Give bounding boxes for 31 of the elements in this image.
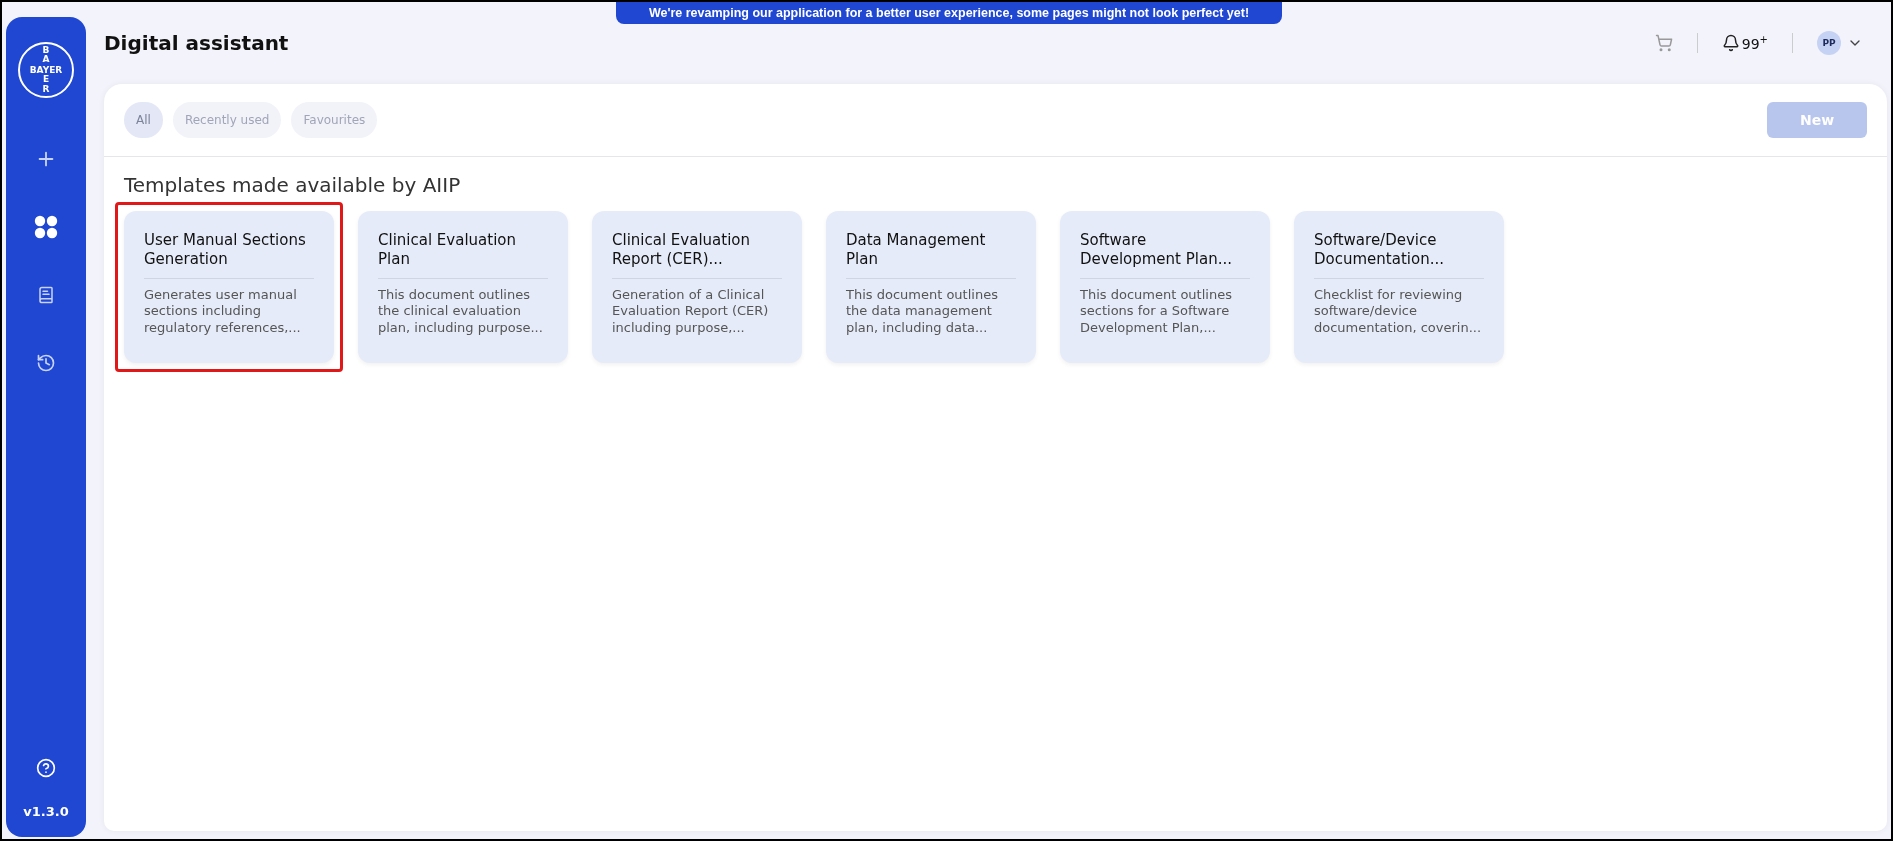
grid-icon (34, 215, 58, 239)
template-card[interactable]: Software/Device Documentation... Checklist for reviewing software/device documentation, coverin... (1294, 211, 1504, 363)
card-title: Clinical Evaluation Plan (378, 231, 548, 279)
version-label: v1.3.0 (23, 804, 69, 819)
card-description: Generates user manual sections including regulatory references,... (144, 286, 302, 338)
card-description: This document outlines sections for a Software Development Plan,... (1080, 286, 1233, 338)
book-icon (37, 286, 55, 304)
template-card[interactable]: Clinical Evaluation Report (CER)... Generation of a Clinical Evaluation Report (CER) including purpose,... (592, 211, 802, 363)
notice-banner: We're revamping our application for a better user experience, some pages might not look perfect yet! (616, 2, 1282, 24)
page-title: Digital assistant (104, 31, 290, 55)
card-description: Generation of a Clinical Evaluation Report (CER) including purpose,... (612, 286, 770, 338)
card-description: This document outlines the clinical evaluation plan, including purpose... (378, 286, 544, 338)
template-card[interactable]: User Manual Sections Generation Generates user manual sections including regulatory references,... (124, 211, 334, 363)
template-card[interactable]: Software Development Plan... This document outlines sections for a Software Development Plan,... (1060, 211, 1270, 363)
history-icon (36, 353, 56, 373)
card-description: Checklist for reviewing software/device documentation, coverin... (1314, 286, 1483, 338)
card-title: Software Development Plan... (1080, 231, 1250, 279)
card-description: This document outlines the data management plan, including data... (846, 286, 999, 338)
card-title: Clinical Evaluation Report (CER)... (612, 231, 782, 279)
template-card[interactable]: Data Management Plan This document outlines the data management plan, including data... (826, 211, 1036, 363)
card-title: User Manual Sections Generation (144, 231, 314, 279)
help-icon[interactable] (36, 758, 56, 778)
template-card[interactable]: Clinical Evaluation Plan This document outlines the clinical evaluation plan, including purpose... (358, 211, 568, 363)
card-title: Software/Device Documentation... (1314, 231, 1484, 279)
section-title: Templates made available by AIIP (124, 173, 462, 197)
notification-icon[interactable] (1721, 34, 1740, 52)
cart-icon[interactable] (1654, 34, 1673, 52)
logo-icon: BA BAYER ER (18, 42, 74, 98)
card-title: Data Management Plan (846, 231, 1016, 279)
user-avatar[interactable]: PP (1817, 31, 1841, 55)
notification-count: 99$^{+}$ (1741, 34, 1768, 52)
